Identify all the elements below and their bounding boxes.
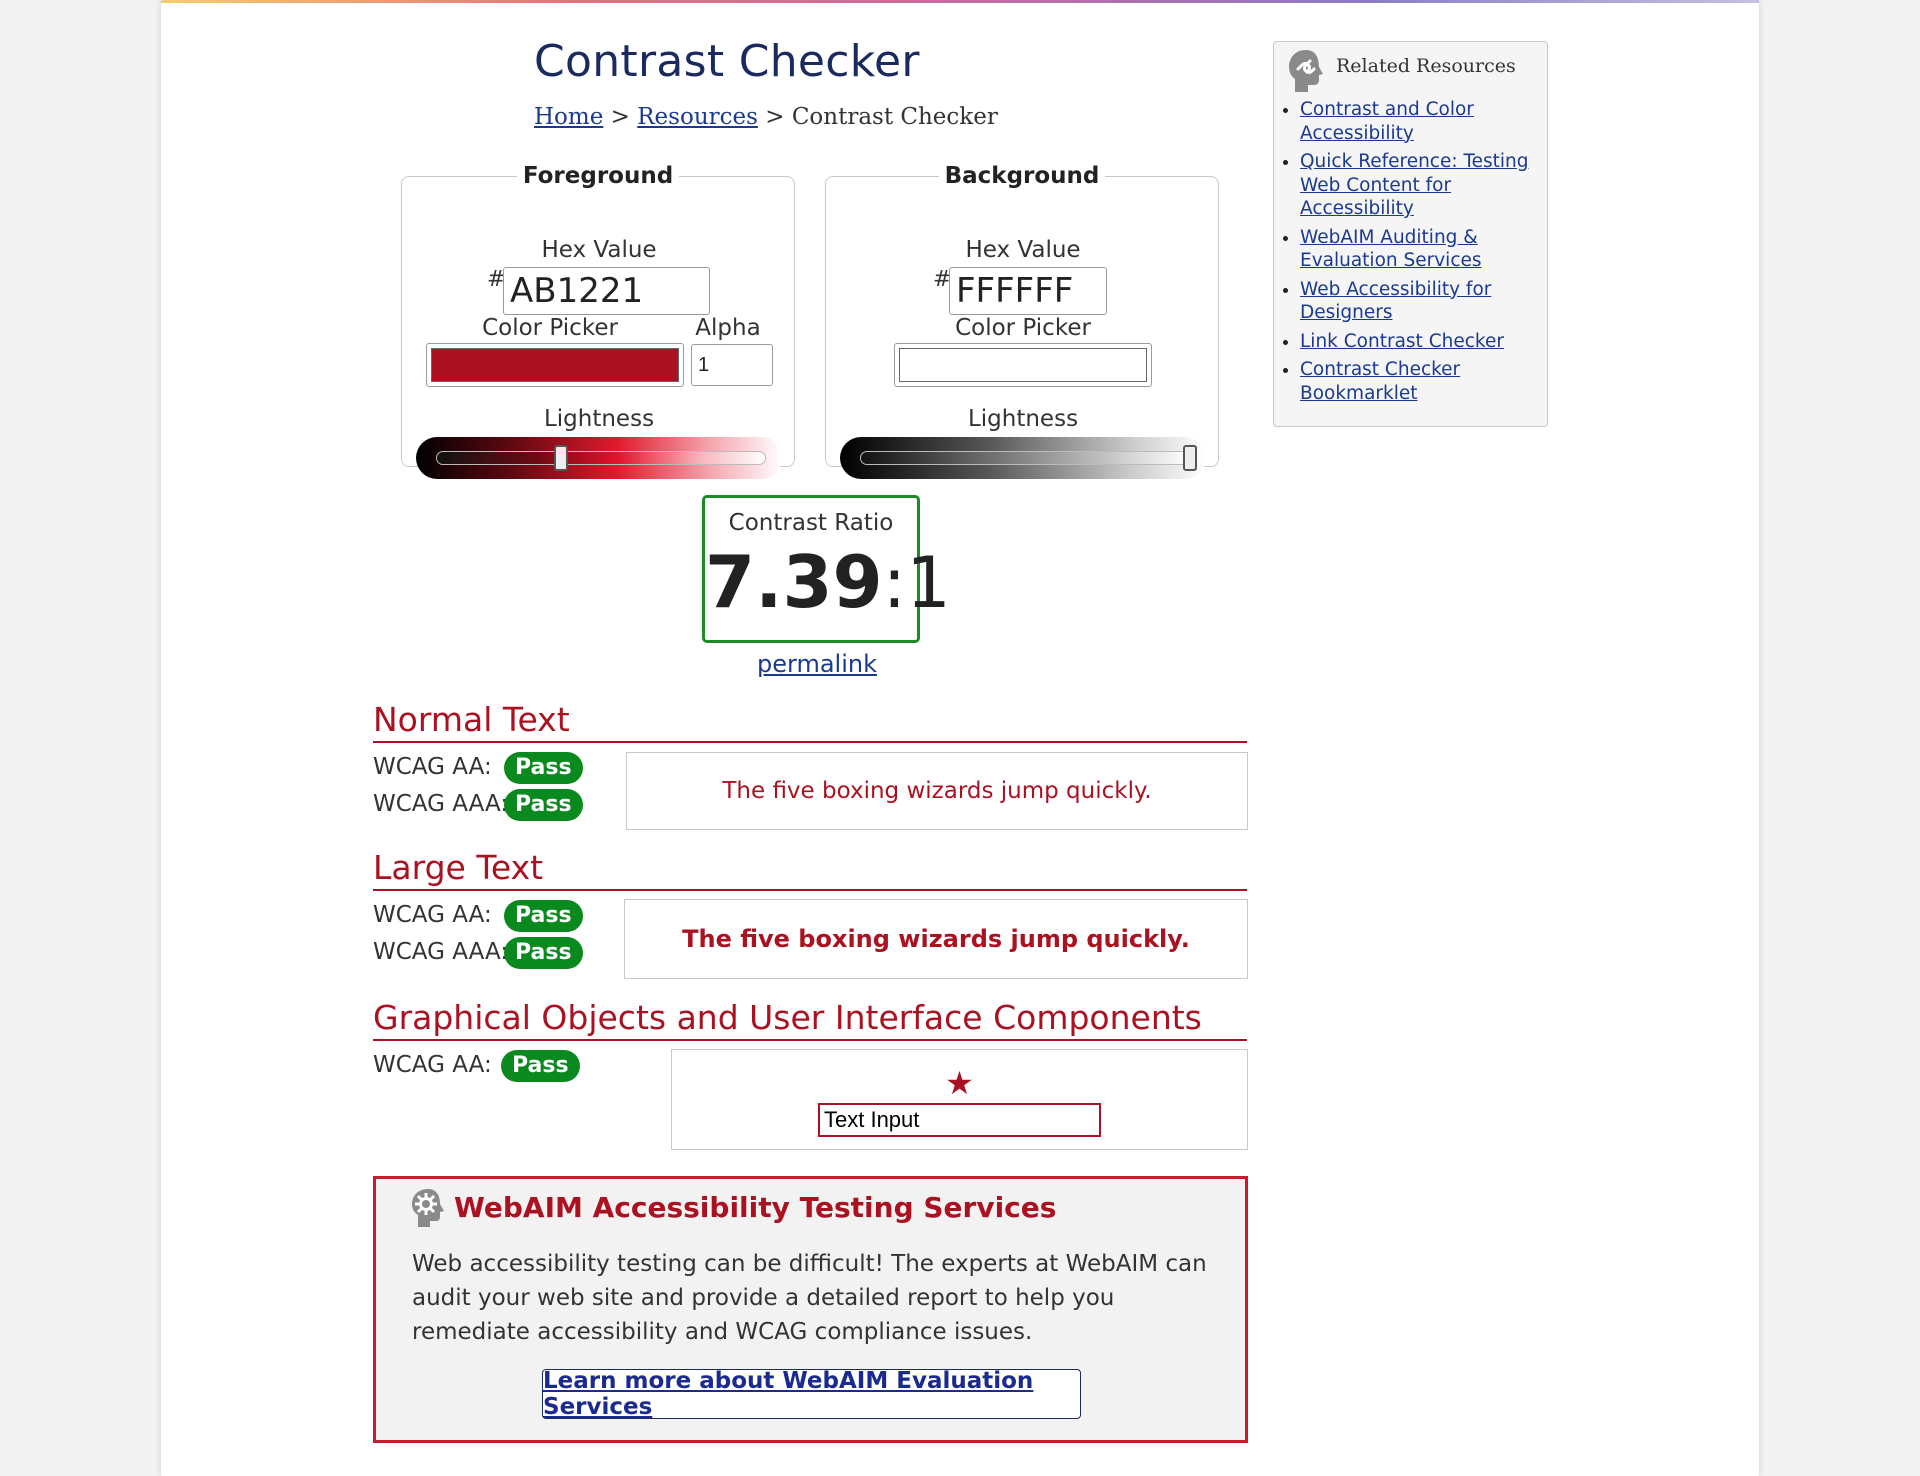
- page: Contrast Checker Home > Resources > Cont…: [161, 0, 1759, 1476]
- contrast-ratio-box: Contrast Ratio 7.39:1: [702, 495, 951, 643]
- sidebar-list-item: Web Accessibility for Designers: [1300, 278, 1544, 325]
- sidebar-link-contrast-color[interactable]: Contrast and Color Accessibility: [1300, 99, 1474, 144]
- fg-color-picker-label: Color Picker: [482, 315, 618, 341]
- related-resources-sidebar: Related Resources Contrast and Color Acc…: [1273, 41, 1548, 427]
- foreground-panel: Foreground Hex Value # Color Picker Alph…: [401, 163, 795, 479]
- sidebar-list-item: Contrast and Color Accessibility: [1300, 98, 1544, 145]
- bg-lightness-thumb[interactable]: [1183, 445, 1197, 471]
- bg-lightness-track: [860, 451, 1190, 465]
- fg-alpha-label: Alpha: [695, 315, 761, 341]
- sample-text-input[interactable]: [818, 1103, 1101, 1137]
- graphical-sample: ★: [671, 1049, 1248, 1150]
- fg-lightness-label: Lightness: [543, 406, 655, 432]
- normal-aa-label: WCAG AA:: [373, 754, 492, 780]
- fg-color-swatch: [431, 348, 679, 382]
- fg-alpha-input[interactable]: [691, 344, 773, 386]
- sidebar-link-link-contrast[interactable]: Link Contrast Checker: [1300, 331, 1504, 352]
- breadcrumb-home-link[interactable]: Home: [534, 104, 603, 130]
- background-panel: Background Hex Value # Color Picker Ligh…: [825, 163, 1219, 479]
- large-text-sample: The five boxing wizards jump quickly.: [624, 899, 1248, 979]
- gear-head-icon: [410, 1187, 446, 1235]
- normal-text-heading: Normal Text: [373, 700, 1247, 743]
- breadcrumb: Home > Resources > Contrast Checker: [534, 104, 998, 130]
- fg-lightness-slider[interactable]: [416, 437, 782, 479]
- large-aa-label: WCAG AA:: [373, 902, 492, 928]
- contrast-ratio-number: 7.39: [705, 540, 883, 624]
- top-color-stripe: [161, 0, 1759, 3]
- services-heading: WebAIM Accessibility Testing Services: [454, 1191, 1057, 1224]
- large-aaa-label: WCAG AAA:: [373, 939, 509, 965]
- fg-lightness-thumb[interactable]: [554, 445, 569, 471]
- bg-color-picker-label: Color Picker: [955, 315, 1091, 341]
- sidebar-list-item: WebAIM Auditing & Evaluation Services: [1300, 226, 1544, 273]
- bg-color-swatch: [899, 348, 1147, 382]
- fg-hex-input[interactable]: [503, 267, 710, 315]
- graphical-aa-label: WCAG AA:: [373, 1052, 492, 1078]
- normal-text-sample: The five boxing wizards jump quickly.: [626, 752, 1248, 830]
- page-title: Contrast Checker: [534, 36, 920, 87]
- sidebar-link-list: Contrast and Color Accessibility Quick R…: [1274, 98, 1544, 410]
- fg-hex-label: Hex Value: [541, 237, 657, 263]
- background-legend: Background: [944, 163, 1100, 189]
- bg-hex-label: Hex Value: [965, 237, 1081, 263]
- breadcrumb-separator: >: [610, 104, 630, 130]
- normal-aaa-pass-badge: Pass: [504, 789, 583, 821]
- foreground-legend: Foreground: [522, 163, 674, 189]
- bg-hex-input[interactable]: [949, 267, 1107, 315]
- services-body: Web accessibility testing can be difficu…: [412, 1251, 1207, 1345]
- contrast-ratio-label: Contrast Ratio: [728, 510, 894, 536]
- sidebar-list-item: Link Contrast Checker: [1300, 330, 1544, 354]
- sidebar-link-auditing-services[interactable]: WebAIM Auditing & Evaluation Services: [1300, 227, 1482, 272]
- fg-color-picker[interactable]: [426, 343, 684, 387]
- services-box: WebAIM Accessibility Testing Services We…: [373, 1176, 1248, 1443]
- contrast-ratio-value: 7.39:1: [705, 540, 951, 624]
- large-text-heading: Large Text: [373, 848, 1247, 891]
- graphical-objects-heading: Graphical Objects and User Interface Com…: [373, 998, 1247, 1041]
- sidebar-heading: Related Resources: [1336, 55, 1516, 77]
- sidebar-link-bookmarklet[interactable]: Contrast Checker Bookmarklet: [1300, 359, 1460, 404]
- bg-lightness-slider[interactable]: [840, 437, 1206, 479]
- sidebar-link-quick-reference[interactable]: Quick Reference: Testing Web Content for…: [1300, 151, 1529, 219]
- breadcrumb-current: Contrast Checker: [791, 104, 998, 130]
- large-aa-pass-badge: Pass: [504, 900, 583, 932]
- sidebar-list-item: Contrast Checker Bookmarklet: [1300, 358, 1544, 405]
- permalink-link[interactable]: permalink: [757, 650, 877, 678]
- normal-aaa-label: WCAG AAA:: [373, 791, 509, 817]
- large-aaa-pass-badge: Pass: [504, 937, 583, 969]
- graphical-aa-pass-badge: Pass: [501, 1050, 580, 1082]
- bg-color-picker[interactable]: [894, 343, 1152, 387]
- breadcrumb-resources-link[interactable]: Resources: [637, 104, 758, 130]
- sidebar-link-designers[interactable]: Web Accessibility for Designers: [1300, 279, 1491, 324]
- breadcrumb-separator: >: [765, 104, 785, 130]
- bg-lightness-label: Lightness: [967, 406, 1079, 432]
- learn-more-button[interactable]: Learn more about WebAIM Evaluation Servi…: [542, 1368, 1081, 1420]
- normal-aa-pass-badge: Pass: [504, 752, 583, 784]
- sidebar-list-item: Quick Reference: Testing Web Content for…: [1300, 150, 1544, 221]
- link-head-icon: [1286, 48, 1326, 98]
- contrast-ratio-suffix: :1: [882, 542, 951, 624]
- star-icon: ★: [945, 1064, 974, 1102]
- fg-lightness-track: [436, 451, 766, 465]
